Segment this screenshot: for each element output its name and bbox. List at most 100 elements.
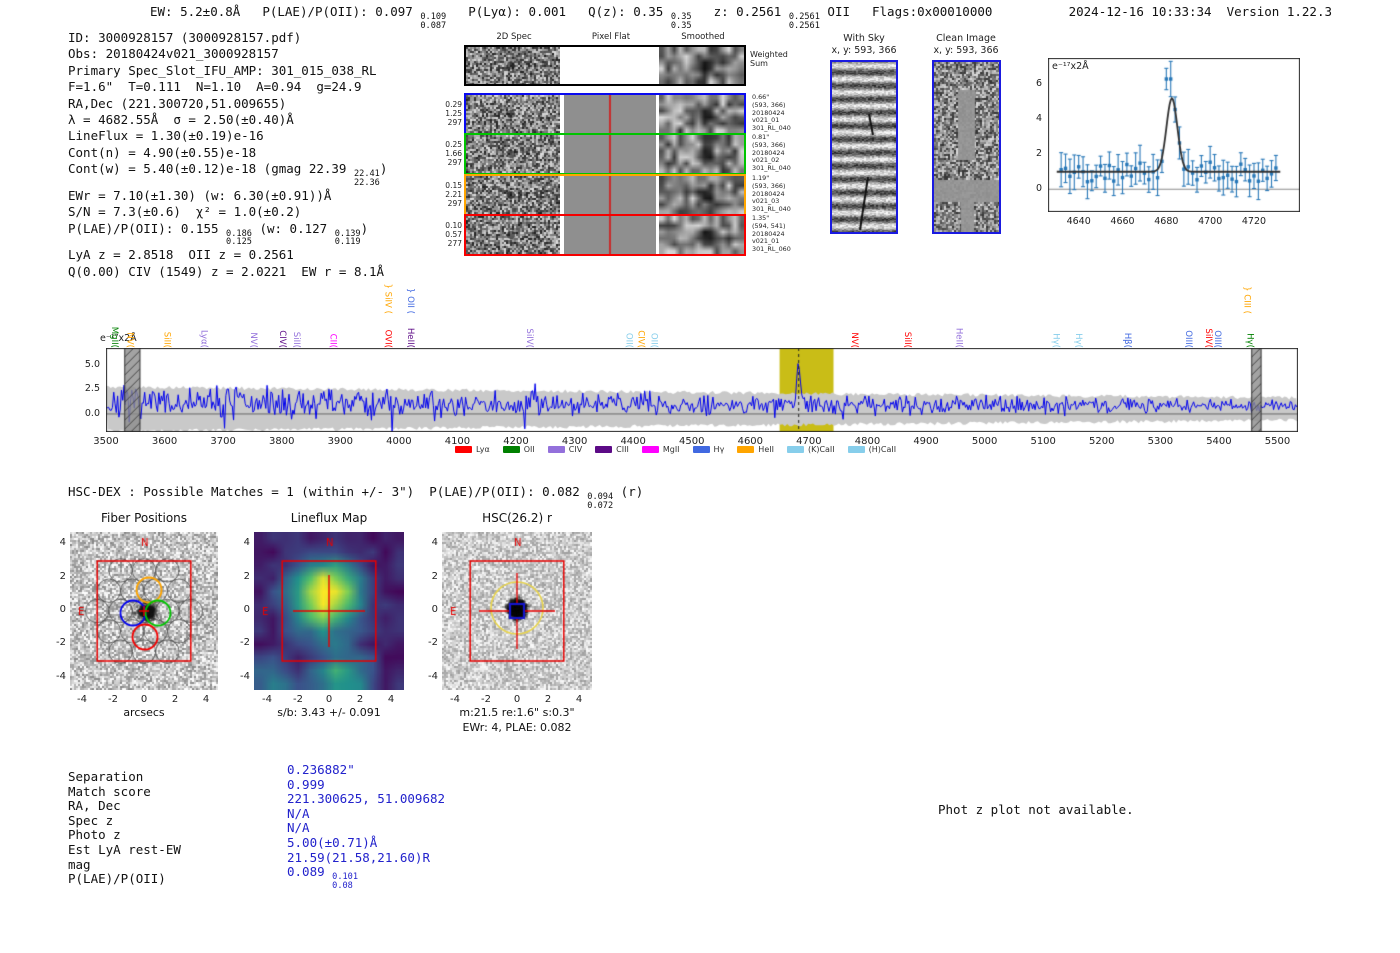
info-line-5: λ = 4682.55Å σ = 2.50(±0.40)Å [68, 112, 387, 128]
spec2d-row-right-labels-3: 1.35" (594, 541) 20180424 v021_01 301_RL_060 [752, 214, 791, 254]
legend-swatch [455, 446, 472, 453]
spec2d-row-left-labels-1: 0.25 1.66 297 [436, 140, 462, 167]
info8-hilo: 22.41 22.36 [354, 170, 380, 188]
cutout-caption-2-1: EWr: 4, PLAE: 0.082 [462, 721, 572, 734]
cutout-title-0: Fiber Positions [100, 511, 188, 525]
withsky-subtitle: x, y: 593, 366 [831, 45, 897, 56]
spectrum-line-label-OII: OII( [648, 332, 659, 348]
header-summary-line: EW: 5.2±0.8Å P(LAE)/P(OII): 0.097 0.109 0.… [150, 4, 992, 31]
match-row-value-5: 5.00(±0.71)Å [287, 835, 377, 850]
header-seg4-text: z: 0.2561 [713, 4, 789, 19]
spectrum-line-label-OIII: OIII( [1183, 330, 1194, 348]
info-line-8: Cont(w) = 5.40(±0.12)e-18 (gmag 22.39 22… [68, 161, 387, 188]
spec2d-row-right-labels-0: 0.66" (593, 366) 20180424 v021_01 301_RL_040 [752, 93, 791, 133]
info0-text: ID: 3000928157 (3000928157.pdf) [68, 30, 302, 45]
line-fit-units-label: e⁻¹⁷x2Å [1052, 61, 1089, 72]
match-value-6-text: 21.59(21.58,21.60)R [287, 849, 430, 865]
cutout-xtick: 0 [513, 694, 521, 705]
match-value-0-text: 0.236882" [287, 762, 355, 777]
spec2d-smoothed-image [659, 176, 744, 214]
header-seg3-text: Q(z): 0.35 [588, 4, 671, 19]
legend-item-HCaII: (H)CaII [847, 445, 897, 454]
header-segment-3: Q(z): 0.35 0.35 0.35 [588, 4, 692, 31]
info8-text: ) [379, 161, 388, 177]
info-line-2: Primary Spec_Slot_IFU_AMP: 301_015_038_R… [68, 63, 387, 79]
header-seg1-lo: 0.087 [420, 20, 447, 31]
legend-label: CIV [568, 445, 583, 454]
spectrum-line-label-Hγ: Hγ( [1072, 333, 1083, 348]
cutout-xtick: 4 [387, 694, 395, 705]
spectrum-xtick: 5500 [1264, 436, 1291, 447]
withsky-image [832, 62, 896, 232]
spec2d-row-left-labels-0: 0.29 1.25 297 [436, 100, 462, 127]
spec2d-smoothed-image [659, 135, 744, 173]
header-seg1-hilo: 0.109 0.087 [420, 13, 446, 31]
spec2d-header-pixelflat: Pixel Flat [591, 32, 631, 42]
header-segment-4: z: 0.2561 0.2561 0.2561 OII [714, 4, 850, 31]
spec2d-noise-image [466, 95, 560, 133]
spec2d-header-2dspec: 2D Spec [496, 32, 532, 42]
info1-text: Obs: 20180424v021_3000928157 [68, 46, 279, 62]
spectrum-xtick: 5200 [1089, 436, 1115, 447]
legend-label: Hγ [713, 445, 725, 454]
cutout-ytick: 4 [59, 537, 66, 549]
match-value-1-text: 0.999 [287, 776, 325, 792]
cutout-xtick: -2 [108, 694, 118, 705]
spec2d-row-left-labels-3: 0.10 0.57 277 [436, 221, 462, 248]
full-spectrum-canvas [106, 348, 1298, 432]
legend-swatch [692, 446, 710, 453]
header-segment-5: Flags:0x00010000 [872, 4, 992, 31]
spectrum-line-label-NV: NV( [849, 332, 860, 348]
cutout-xtick: -2 [481, 694, 491, 705]
spec2d-row-right-labels-2: 1.19" (593, 366) 20180424 v021_03 301_RL_040 [752, 174, 791, 214]
header-seg3-hilo: 0.35 0.35 [671, 13, 692, 31]
spectrum-line-label-CIV: CIV( [635, 330, 646, 348]
spectrum-line-label-SiII: SiII( [290, 331, 301, 348]
spectrum-xtick: 3900 [327, 436, 354, 447]
header-seg5-text: Flags:0x00010000 [872, 4, 993, 19]
spectrum-xtick: 4000 [386, 436, 412, 447]
row-right-label: 301_RL_060 [752, 245, 791, 254]
spec2d-noise-image [466, 47, 560, 84]
cutout-xtick: 2 [544, 694, 552, 705]
spectrum-line-label-NV: NV( [248, 332, 259, 348]
row-left-label: 2.21 [445, 190, 462, 199]
cutout-caption-1-0: s/b: 3.43 +/- 0.091 [277, 706, 381, 719]
cutout-ytick: -4 [56, 670, 66, 682]
info-line-10: S/N = 7.3(±0.6) χ² = 1.0(±0.2) [68, 204, 387, 220]
cutout-xtick: -4 [450, 694, 460, 705]
spectrum-line-label-Lyα: Lyα( [198, 329, 209, 348]
info-line-6: LineFlux = 1.30(±0.19)e-16 [68, 128, 387, 144]
info4-text: RA,Dec (221.300720,51.009655) [68, 95, 287, 111]
row-left-label: 297 [447, 118, 462, 127]
legend-item-OII: OII [502, 445, 535, 454]
cutout-xtick: 2 [356, 694, 364, 705]
match-value-7-text: 0.089 [287, 864, 333, 880]
detection-info-block: ID: 3000928157 (3000928157.pdf) Obs: 2018… [68, 30, 387, 280]
legend-swatch [595, 446, 613, 453]
spec2d-exposure-row-2 [464, 174, 746, 216]
cutout-ytick: -2 [428, 637, 438, 649]
cutout-ytick: 2 [243, 570, 250, 582]
spectrum-line-label-NV: NV( [124, 332, 135, 348]
header-timestamp: 2024-12-16 10:33:34 Version 1.22.3 [1068, 4, 1332, 19]
legend-item-CIII: CIII [595, 445, 629, 454]
match-row-value-3: N/A [287, 806, 310, 821]
row-left-label: 0.15 [445, 181, 462, 190]
match-value-4-text: N/A [287, 820, 310, 836]
header-seg0-text: EW: 5.2±0.8Å [150, 4, 241, 19]
info6-text: LineFlux = 1.30(±0.19)e-16 [68, 128, 264, 144]
legend-label: (H)CaII [868, 445, 897, 454]
match-row-label-7: P(LAE)/P(OII) [68, 871, 166, 887]
legend-item-MgII: MgII [641, 445, 680, 454]
cutout-ytick: 0 [243, 604, 250, 615]
legend-item-Hγ: Hγ [692, 445, 725, 454]
match-row-label-3: Spec z [68, 812, 114, 828]
hscdex-text: HSC-DEX : Possible Matches = 1 (within +… [68, 484, 588, 499]
cutout-caption-2-0: m:21.5 re:1.6" s:0.3" [459, 706, 575, 719]
hscdex-lo: 0.072 [587, 500, 614, 511]
match-row-value-2: 221.300625, 51.009682 [287, 791, 445, 806]
spectrum-line-label-HeII: HeII( [953, 327, 964, 348]
row-left-label: 0.57 [445, 230, 462, 239]
hsc-image-canvas [442, 532, 592, 690]
